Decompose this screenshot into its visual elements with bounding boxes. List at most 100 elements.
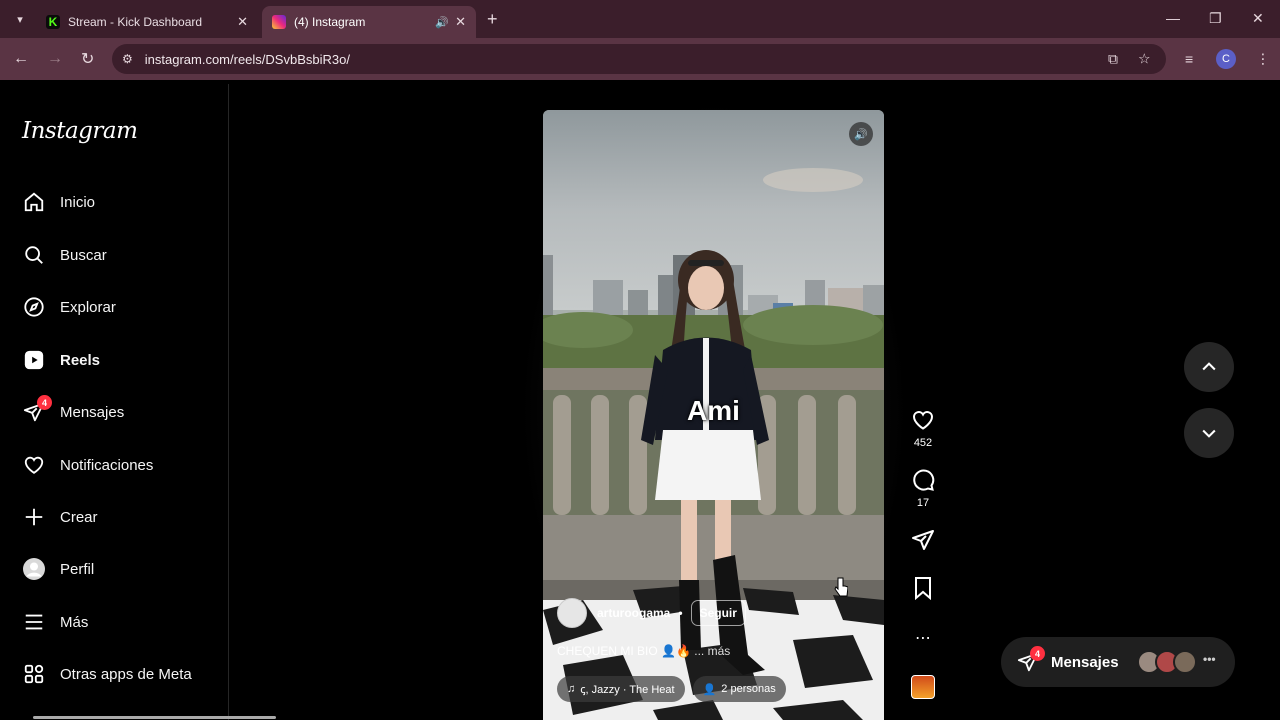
reels-icon	[22, 348, 46, 372]
browser-tab-kick[interactable]: K Stream - Kick Dashboard ✕	[36, 6, 258, 38]
back-arrow-icon[interactable]: ←	[13, 50, 29, 68]
more-dots-icon: •••	[1203, 652, 1216, 666]
messages-icon: 4	[22, 395, 52, 424]
share-icon	[912, 530, 934, 550]
sidebar-item-label: Más	[60, 613, 89, 631]
sidebar-item-label: Otras apps de Meta	[60, 665, 192, 683]
menu-icon	[22, 610, 46, 634]
kick-favicon-icon: K	[46, 15, 60, 29]
comment-icon	[913, 469, 935, 491]
person-icon: 👤	[702, 683, 717, 696]
sidebar-item-label: Perfil	[60, 560, 95, 578]
comment-action[interactable]: 17	[906, 468, 940, 509]
like-action[interactable]: 452	[906, 408, 940, 449]
like-count: 452	[913, 437, 933, 449]
sidebar-item-notificaciones[interactable]: Notificaciones	[22, 450, 153, 480]
heart-icon	[22, 453, 46, 477]
messages-floating-button[interactable]: 4 Mensajes •••	[1001, 637, 1235, 687]
instagram-favicon-icon	[272, 15, 286, 29]
sidebar-item-crear[interactable]: Crear	[22, 502, 98, 532]
bookmark-icon	[915, 577, 931, 600]
reel-overlay-text: Ami	[687, 395, 740, 426]
message-avatars	[1137, 650, 1197, 674]
audio-toggle-button[interactable]: 🔊	[849, 122, 873, 146]
avatar	[1173, 650, 1197, 674]
browser-menu-icon[interactable]: ⋮	[1256, 51, 1270, 68]
messages-icon: 4	[1017, 646, 1045, 673]
reel-caption: CHEQUEN MI BIO 👤🔥 ... más	[557, 644, 730, 658]
bookmark-star-icon[interactable]: ☆	[1138, 51, 1151, 68]
sidebar-item-label: Inicio	[60, 193, 96, 211]
comment-count: 17	[916, 497, 930, 509]
heart-icon	[912, 411, 934, 430]
instagram-logo[interactable]: Instagram	[22, 118, 138, 144]
browser-tab-instagram[interactable]: (4) Instagram 🔊 ✕	[262, 6, 476, 38]
compass-icon	[22, 295, 46, 319]
sidebar-item-label: Reels	[60, 351, 101, 369]
previous-reel-button[interactable]	[1184, 342, 1234, 392]
close-window-icon[interactable]: ✕	[1252, 10, 1264, 27]
messages-badge: 4	[1030, 646, 1045, 661]
sidebar-item-mensajes[interactable]: 4 Mensajes	[22, 395, 125, 427]
sidebar-item-label: Explorar	[60, 298, 116, 316]
tab-title: Stream - Kick Dashboard	[68, 15, 203, 29]
browser-profile-avatar[interactable]: C	[1216, 49, 1236, 69]
horizontal-scrollbar[interactable]	[33, 716, 276, 719]
reel-chips: ♫ ꞔ, Jazzy · The Heat 👤 2 personas	[557, 676, 786, 702]
tagged-people-chip[interactable]: 👤 2 personas	[692, 676, 786, 702]
tab-search-button[interactable]: ▾	[8, 7, 32, 31]
new-tab-button[interactable]: +	[487, 9, 498, 30]
save-action[interactable]	[906, 576, 940, 600]
media-control-icon[interactable]: ≡	[1185, 51, 1193, 67]
browser-toolbar: ← → ↻ ⚙ instagram.com/reels/DSvbBsbiR3o/…	[0, 38, 1280, 80]
caption-text: CHEQUEN MI BIO 👤🔥	[557, 644, 691, 658]
messages-badge: 4	[37, 395, 52, 410]
address-bar[interactable]: ⚙ instagram.com/reels/DSvbBsbiR3o/	[112, 44, 1166, 74]
chevron-up-icon	[1202, 362, 1216, 371]
sidebar-item-label: Buscar	[60, 246, 107, 264]
sidebar-item-label: Crear	[60, 508, 98, 526]
home-icon	[22, 190, 46, 214]
audio-chip[interactable]: ♫ ꞔ, Jazzy · The Heat	[557, 676, 685, 702]
sidebar-item-explorar[interactable]: Explorar	[22, 292, 116, 322]
share-action[interactable]	[906, 528, 940, 552]
sidebar-item-perfil[interactable]: Perfil	[22, 554, 94, 584]
sidebar-item-mas[interactable]: Más	[22, 607, 88, 637]
audio-chip-label: ꞔ, Jazzy · The Heat	[580, 683, 675, 696]
close-tab-icon[interactable]: ✕	[237, 14, 248, 30]
instagram-sidebar: Instagram Inicio Buscar Explorar Reels 4…	[0, 84, 229, 720]
close-tab-icon[interactable]: ✕	[455, 14, 466, 30]
messages-pill-label: Mensajes	[1051, 653, 1119, 671]
sidebar-item-inicio[interactable]: Inicio	[22, 187, 95, 217]
follow-button[interactable]: Seguir	[690, 600, 746, 626]
reel-video[interactable]: Ami 🔊 arturoogama • Seguir CHEQUEN MI BI…	[543, 110, 884, 720]
apps-icon	[22, 662, 46, 686]
reel-author-row: arturoogama • Seguir	[557, 598, 746, 628]
author-avatar[interactable]	[557, 598, 587, 628]
sidebar-item-label: Mensajes	[60, 403, 125, 421]
sidebar-item-meta-apps[interactable]: Otras apps de Meta	[22, 659, 192, 689]
restore-window-icon[interactable]: ❐	[1209, 10, 1222, 27]
audio-thumbnail[interactable]	[911, 675, 935, 699]
author-username[interactable]: arturoogama	[597, 606, 670, 620]
tab-title: (4) Instagram	[294, 15, 366, 29]
hand-cursor-icon	[834, 577, 848, 597]
more-options-icon[interactable]: ⋯	[906, 628, 940, 648]
url-text: instagram.com/reels/DSvbBsbiR3o/	[144, 51, 350, 67]
chevron-down-icon	[1202, 429, 1216, 438]
sidebar-item-label: Notificaciones	[60, 456, 154, 474]
minimize-window-icon[interactable]: —	[1166, 10, 1180, 26]
sidebar-item-buscar[interactable]: Buscar	[22, 240, 107, 270]
plus-icon	[22, 505, 46, 529]
reload-icon[interactable]: ↻	[81, 49, 94, 69]
music-note-icon: ♫	[567, 683, 576, 695]
forward-arrow-icon[interactable]: →	[47, 50, 63, 68]
sidebar-item-reels[interactable]: Reels	[22, 345, 100, 375]
next-reel-button[interactable]	[1184, 408, 1234, 458]
tab-audio-icon[interactable]: 🔊	[435, 16, 449, 29]
caption-more-link[interactable]: ... más	[694, 644, 730, 658]
install-app-icon[interactable]: ⧉	[1108, 51, 1118, 68]
site-settings-icon[interactable]: ⚙	[122, 52, 133, 66]
search-icon	[22, 243, 46, 267]
separator-dot: •	[678, 606, 683, 620]
